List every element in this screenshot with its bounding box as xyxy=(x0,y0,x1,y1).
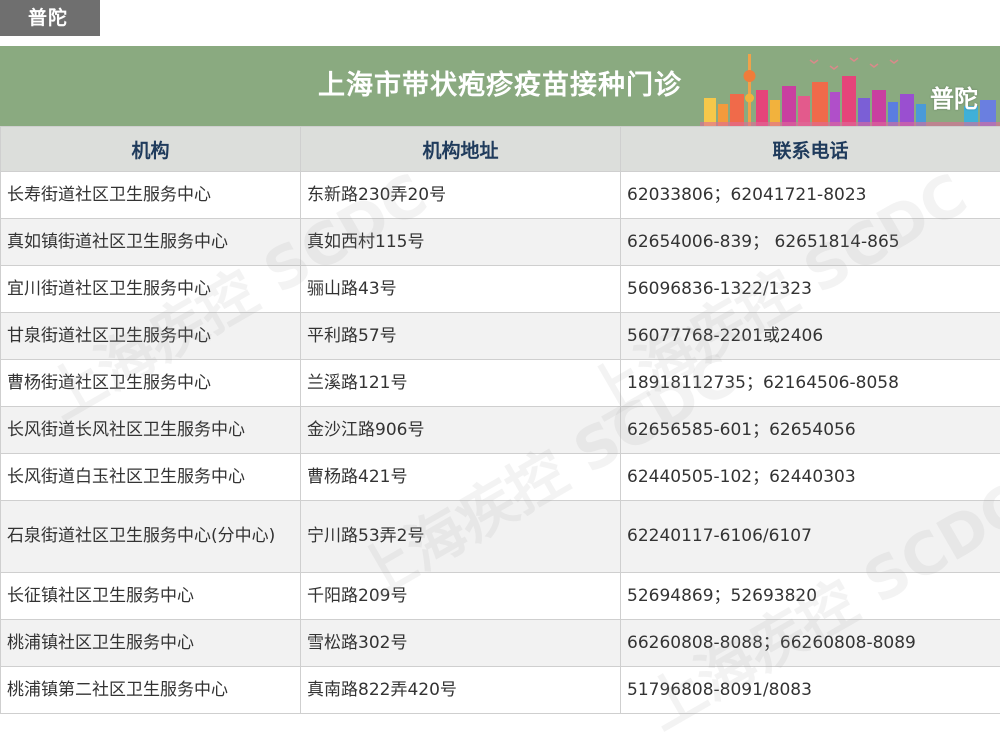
institution-cell: 宜川街道社区卫生服务中心 xyxy=(1,266,301,313)
address-cell: 真南路822弄420号 xyxy=(301,667,621,714)
banner: 上海市带状疱疹疫苗接种门诊 普陀 xyxy=(0,46,1000,126)
address-cell: 东新路230弄20号 xyxy=(301,172,621,219)
phone-cell: 51796808-8091/8083 xyxy=(621,667,1000,714)
table-row: 长风街道长风社区卫生服务中心 金沙江路906号 62656585-601；626… xyxy=(1,407,1000,454)
address-cell: 真如西村115号 xyxy=(301,219,621,266)
institution-cell: 真如镇街道社区卫生服务中心 xyxy=(1,219,301,266)
address-cell: 千阳路209号 xyxy=(301,573,621,620)
phone-cell: 56077768-2201或2406 xyxy=(621,313,1000,360)
address-cell: 曹杨路421号 xyxy=(301,454,621,501)
phone-cell: 62240117-6106/6107 xyxy=(621,501,1000,573)
table-row: 长征镇社区卫生服务中心 千阳路209号 52694869；52693820 xyxy=(1,573,1000,620)
banner-district-label: 普陀 xyxy=(930,84,978,114)
phone-cell: 62654006-839； 62651814-865 xyxy=(621,219,1000,266)
phone-cell: 18918112735；62164506-8058 xyxy=(621,360,1000,407)
address-cell: 金沙江路906号 xyxy=(301,407,621,454)
phone-cell: 66260808-8088；66260808-8089 xyxy=(621,620,1000,667)
institution-cell: 桃浦镇第二社区卫生服务中心 xyxy=(1,667,301,714)
institution-cell: 长寿街道社区卫生服务中心 xyxy=(1,172,301,219)
phone-cell: 62033806；62041721-8023 xyxy=(621,172,1000,219)
institution-cell: 长风街道白玉社区卫生服务中心 xyxy=(1,454,301,501)
address-cell: 雪松路302号 xyxy=(301,620,621,667)
district-tab: 普陀 xyxy=(0,0,100,36)
phone-cell: 56096836-1322/1323 xyxy=(621,266,1000,313)
address-cell: 兰溪路121号 xyxy=(301,360,621,407)
institution-cell: 甘泉街道社区卫生服务中心 xyxy=(1,313,301,360)
header-phone: 联系电话 xyxy=(621,127,1000,172)
institution-cell: 桃浦镇社区卫生服务中心 xyxy=(1,620,301,667)
banner-title: 上海市带状疱疹疫苗接种门诊 xyxy=(318,46,682,126)
table-row: 桃浦镇社区卫生服务中心 雪松路302号 66260808-8088；662608… xyxy=(1,620,1000,667)
institution-cell: 石泉街道社区卫生服务中心(分中心) xyxy=(1,501,301,573)
table-row: 长寿街道社区卫生服务中心 东新路230弄20号 62033806；6204172… xyxy=(1,172,1000,219)
phone-cell: 52694869；52693820 xyxy=(621,573,1000,620)
table-row: 宜川街道社区卫生服务中心 骊山路43号 56096836-1322/1323 xyxy=(1,266,1000,313)
institution-cell: 长风街道长风社区卫生服务中心 xyxy=(1,407,301,454)
table-row: 真如镇街道社区卫生服务中心 真如西村115号 62654006-839； 626… xyxy=(1,219,1000,266)
clinic-table: 机构 机构地址 联系电话 长寿街道社区卫生服务中心 东新路230弄20号 620… xyxy=(0,126,1000,714)
table-row: 石泉街道社区卫生服务中心(分中心) 宁川路53弄2号 62240117-6106… xyxy=(1,501,1000,573)
table-row: 桃浦镇第二社区卫生服务中心 真南路822弄420号 51796808-8091/… xyxy=(1,667,1000,714)
institution-cell: 长征镇社区卫生服务中心 xyxy=(1,573,301,620)
header-institution: 机构 xyxy=(1,127,301,172)
phone-cell: 62656585-601；62654056 xyxy=(621,407,1000,454)
table-row: 长风街道白玉社区卫生服务中心 曹杨路421号 62440505-102；6244… xyxy=(1,454,1000,501)
table-row: 曹杨街道社区卫生服务中心 兰溪路121号 18918112735；6216450… xyxy=(1,360,1000,407)
birds-icon xyxy=(810,58,898,69)
address-cell: 宁川路53弄2号 xyxy=(301,501,621,573)
header-address: 机构地址 xyxy=(301,127,621,172)
address-cell: 平利路57号 xyxy=(301,313,621,360)
table-row: 甘泉街道社区卫生服务中心 平利路57号 56077768-2201或2406 xyxy=(1,313,1000,360)
address-cell: 骊山路43号 xyxy=(301,266,621,313)
phone-cell: 62440505-102；62440303 xyxy=(621,454,1000,501)
table-header-row: 机构 机构地址 联系电话 xyxy=(1,127,1000,172)
institution-cell: 曹杨街道社区卫生服务中心 xyxy=(1,360,301,407)
